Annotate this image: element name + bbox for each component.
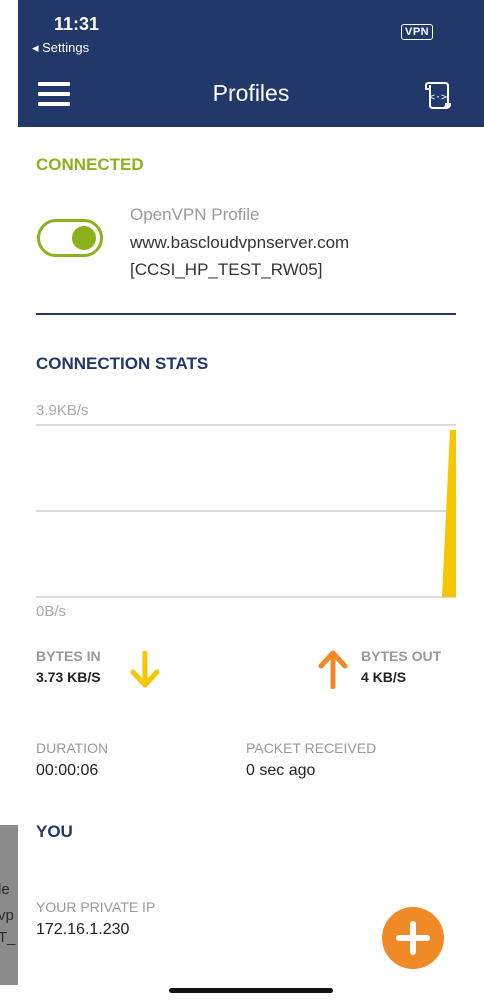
- add-profile-button[interactable]: [382, 907, 444, 969]
- duration-label: DURATION: [36, 740, 109, 756]
- you-section-title: YOU: [36, 822, 73, 841]
- vpn-status-badge: VPN: [401, 24, 434, 40]
- chart-y-min-label: 0B/s: [36, 603, 67, 620]
- profile-type: OpenVPN Profile: [130, 205, 260, 224]
- connection-status: CONNECTED: [36, 155, 144, 174]
- status-time: 11:31: [54, 14, 100, 34]
- arrow-up-icon: [318, 650, 348, 689]
- bytes-out-value: 4 KB/S: [361, 669, 407, 685]
- app-header: 11:31 ◂ Settings VPN Profiles <·>: [18, 0, 484, 127]
- profile-server: www.bascloudvpnserver.com: [130, 233, 350, 252]
- vpn-connection-toggle[interactable]: [37, 219, 103, 257]
- toggle-knob: [72, 226, 96, 250]
- bytes-out-label: BYTES OUT: [361, 648, 442, 664]
- bytes-in-label: BYTES IN: [36, 648, 101, 664]
- bytes-in-value: 3.73 KB/S: [36, 669, 101, 685]
- duration-value: 00:00:06: [36, 762, 99, 779]
- section-divider: [36, 313, 456, 315]
- back-to-settings-link[interactable]: ◂ Settings: [32, 40, 89, 56]
- app-screen: 11:31 ◂ Settings VPN Profiles <·> CONNEC…: [18, 0, 484, 1000]
- traffic-chart: [36, 424, 456, 598]
- background-peek: le vp T_: [0, 825, 18, 985]
- private-ip-label: YOUR PRIVATE IP: [36, 899, 156, 915]
- plus-icon: [396, 921, 430, 955]
- packet-received-label: PACKET RECEIVED: [246, 740, 377, 756]
- packet-received-value: 0 sec ago: [246, 762, 316, 779]
- arrow-down-icon: [130, 651, 160, 688]
- traffic-spike: [442, 430, 456, 597]
- home-indicator[interactable]: [169, 988, 333, 993]
- peek-text: T_: [0, 929, 16, 946]
- page-title: Profiles: [212, 80, 290, 106]
- profile-name: [CCSI_HP_TEST_RW05]: [130, 260, 323, 279]
- chart-y-max-label: 3.9KB/s: [36, 402, 89, 419]
- import-profile-icon[interactable]: <·>: [424, 80, 452, 110]
- connection-stats-title: CONNECTION STATS: [36, 354, 209, 373]
- private-ip-value: 172.16.1.230: [36, 921, 130, 938]
- peek-text: vp: [0, 907, 14, 924]
- peek-text: le: [0, 881, 10, 898]
- svg-text:<·>: <·>: [429, 92, 447, 103]
